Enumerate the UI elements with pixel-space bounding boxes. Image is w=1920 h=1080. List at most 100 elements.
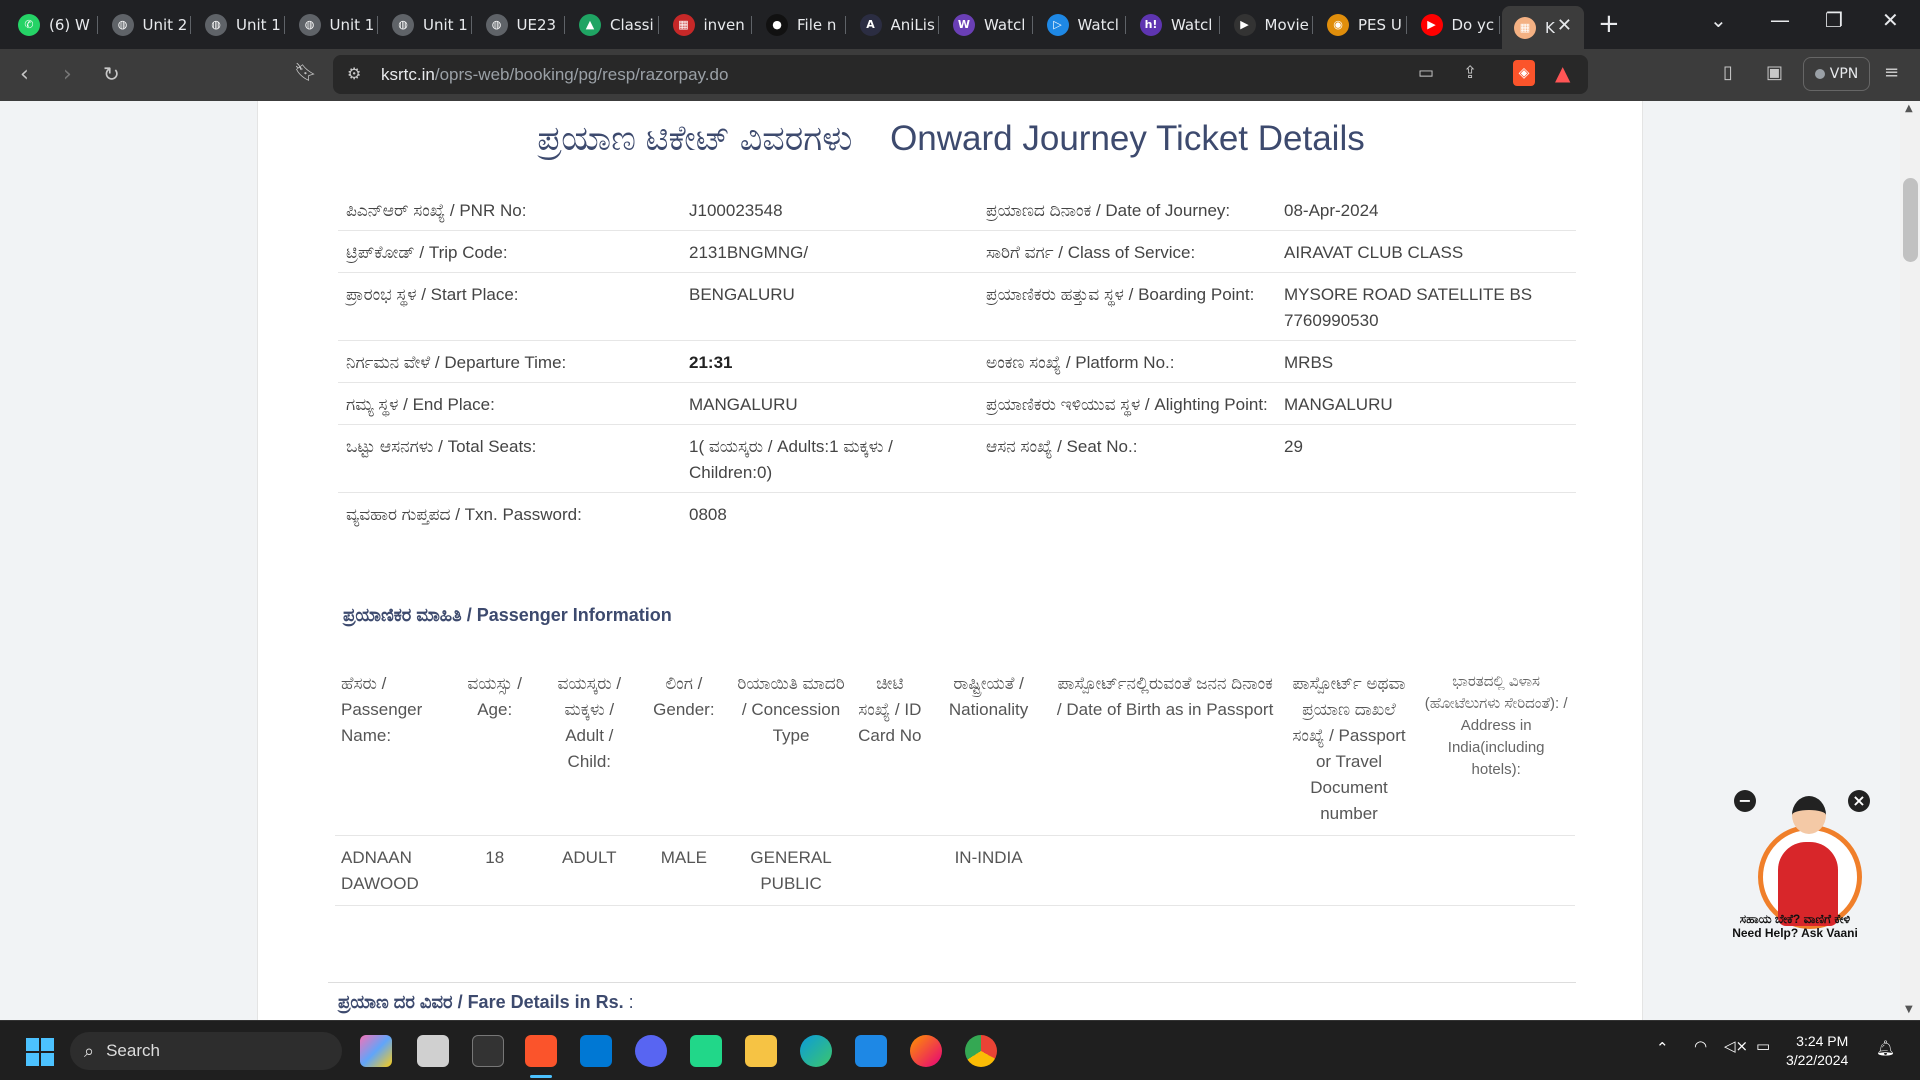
tab-separator	[751, 16, 752, 34]
sidebar-toggle-icon[interactable]: ▯	[1723, 62, 1733, 83]
browser-tab[interactable]: ◍ UE23	[474, 6, 562, 43]
system-clock[interactable]: 3:24 PM 3/22/2024	[1786, 1032, 1848, 1070]
detail-label: ಗಮ್ಯ ಸ್ಥಳ / End Place:	[338, 382, 681, 425]
vpn-button[interactable]: VPN	[1803, 57, 1870, 91]
passenger-info-title: ಪ್ರಯಾಣಿಕರ ಮಾಹಿತಿ / Passenger Information	[343, 605, 672, 625]
edge-icon[interactable]	[800, 1035, 832, 1067]
new-tab-button[interactable]: +	[1598, 9, 1620, 39]
menu-icon[interactable]: ≡	[1884, 62, 1899, 83]
tab-separator	[1499, 16, 1500, 34]
passenger-cell: GENERAL PUBLIC	[730, 835, 852, 906]
task-view-icon[interactable]	[417, 1035, 449, 1067]
browser-tab[interactable]: ◍ Unit 1	[193, 6, 281, 43]
passenger-column-header: ಹೆಸರು / Passenger Name:	[335, 667, 449, 836]
bookmark-icon[interactable]: 🔖︎	[294, 62, 317, 83]
file-explorer-icon[interactable]	[745, 1035, 777, 1067]
browser-tab[interactable]: ◍ Unit 2	[100, 6, 188, 43]
copilot-icon[interactable]	[360, 1035, 392, 1067]
browser-tab[interactable]: ◉ PES U	[1315, 6, 1403, 43]
tab-title: Unit 1	[423, 15, 468, 34]
detail-value: AIRAVAT CLUB CLASS	[1276, 230, 1576, 273]
vscode-icon[interactable]	[580, 1035, 612, 1067]
tab-separator	[564, 16, 565, 34]
brave-taskbar-icon[interactable]	[525, 1035, 557, 1067]
brave-shields-icon[interactable]: ◈	[1513, 60, 1535, 86]
browser-tab[interactable]: h! Watcl	[1128, 6, 1216, 43]
search-icon: ⌕	[84, 1040, 95, 1061]
detail-label: ಪ್ರಾರಂಭ ಸ್ಥಳ / Start Place:	[338, 272, 681, 341]
vaani-help-text[interactable]: ಸಹಾಯ ಬೇಕೆ? ವಾಣಿಗೆ ಕೇಳಿ Need Help? Ask Va…	[1728, 912, 1862, 940]
browser-tab[interactable]: ▷ Watcl	[1035, 6, 1123, 43]
detail-label: ಸಾರಿಗೆ ವರ್ಗ / Class of Service:	[978, 230, 1276, 273]
browser-tab[interactable]: ◍ Unit 1	[287, 6, 374, 43]
notification-bell-icon[interactable]: 🔔︎	[1876, 1039, 1895, 1057]
passenger-column-header: ರಿಯಾಯಿತಿ ಮಾದರಿ / Concession Type	[730, 667, 852, 836]
browser-tab[interactable]: ◍ Unit 1	[380, 6, 468, 43]
passenger-column-header: ಚೀಟಿ ಸಂಖ್ಯೆ / ID Card No	[851, 667, 928, 836]
tab-separator	[938, 16, 939, 34]
mail-icon[interactable]	[855, 1035, 887, 1067]
passenger-column-header: ಪಾಸ್ಪೋರ್ಟ್ ಅಥವಾ ಪ್ರಯಾಣ ದಾಖಲೆ ಸಂಖ್ಯೆ / Pa…	[1280, 667, 1418, 836]
scroll-down-arrow-icon[interactable]: ▼	[1905, 1004, 1913, 1015]
forward-button[interactable]: ›	[63, 62, 72, 87]
minimize-button[interactable]: —	[1770, 8, 1790, 32]
back-button[interactable]: ‹	[20, 62, 29, 87]
browser-tab[interactable]: ▲ Classi	[567, 6, 655, 43]
reload-icon[interactable]: ↻	[103, 62, 120, 86]
firefox-icon[interactable]	[910, 1035, 942, 1067]
wifi-icon[interactable]: ◠	[1694, 1037, 1707, 1055]
tab-title: AniLis	[890, 15, 935, 34]
tab-title: PES U	[1358, 15, 1402, 34]
show-hidden-icons-chevron-icon[interactable]: ⌃	[1656, 1039, 1669, 1057]
browser-tab[interactable]: ● File n	[754, 6, 842, 43]
close-widget-icon[interactable]: ×	[1848, 790, 1870, 812]
share-icon[interactable]: ⇪	[1463, 63, 1477, 83]
discord-icon[interactable]	[635, 1035, 667, 1067]
tab-title: Unit 2	[142, 15, 188, 34]
github-icon: ●	[766, 13, 788, 36]
taskbar-search-box[interactable]: ⌕ Search	[70, 1032, 342, 1070]
detail-value: 21:31	[681, 340, 978, 383]
browser-tab[interactable]: ✆ (6) W	[6, 6, 94, 43]
speaker-muted-icon[interactable]: ◁×	[1724, 1037, 1748, 1055]
brave-rewards-icon[interactable]: ▲	[1555, 61, 1570, 85]
site-info-icon[interactable]: ⚙	[347, 64, 361, 83]
vaani-help-widget[interactable]: − × ಸಹಾಯ ಬೇಕೆ? ವಾಣಿಗೆ ಕೇಳಿ Need Help? As…	[1728, 790, 1870, 950]
scroll-up-arrow-icon[interactable]: ▲	[1905, 103, 1913, 114]
restore-button[interactable]: ❐	[1825, 8, 1843, 32]
browser-tab[interactable]: ▶ Do yc	[1409, 6, 1497, 43]
detail-value: 0808	[689, 505, 727, 524]
start-button[interactable]	[26, 1038, 54, 1066]
detail-value: MYSORE ROAD SATELLITE BS 7760990530	[1276, 272, 1576, 341]
tab-search-chevron-icon[interactable]: ⌄	[1710, 8, 1727, 32]
cast-icon[interactable]: ▭	[1418, 63, 1434, 83]
chrome-icon[interactable]	[965, 1035, 997, 1067]
close-tab-icon[interactable]: ✕	[1557, 15, 1572, 36]
detail-label: ಪ್ರಯಾಣದ ದಿನಾಂಕ / Date of Journey:	[978, 189, 1276, 231]
tab-separator	[190, 16, 191, 34]
detail-value: MANGALURU	[681, 382, 978, 425]
ticket-detail-row: ಪ್ರಾರಂಭ ಸ್ಥಳ / Start Place: BENGALURU ಪ್ರಯ…	[338, 272, 1576, 341]
scrollbar-thumb[interactable]	[1903, 178, 1918, 262]
page-title: ಪ್ರಯಾಣ ಟಿಕೇಟ್ ವಿವರಗಳು Onward Journey Tic…	[258, 119, 1644, 159]
browser-tab[interactable]: W Watcl	[941, 6, 1029, 43]
minimize-widget-icon[interactable]: −	[1734, 790, 1756, 812]
browser-tab[interactable]: ▦ K ✕	[1502, 6, 1584, 49]
browser-tab[interactable]: ▦ inven	[661, 6, 749, 43]
ticket-detail-row: ವ್ಯವಹಾರ ಗುಪ್ತಪದ / Txn. Password: 0808	[338, 493, 1576, 535]
battery-icon[interactable]: ▭	[1756, 1037, 1770, 1055]
terminal-icon[interactable]	[472, 1035, 504, 1067]
address-bar[interactable]: ⚙ ksrtc.in/oprs-web/booking/pg/resp/razo…	[333, 55, 1588, 94]
pycharm-icon[interactable]	[690, 1035, 722, 1067]
browser-tab[interactable]: ▶ Movie	[1222, 6, 1310, 43]
tab-separator	[844, 16, 846, 34]
ticket-detail-row: ಪಿಎನ್‌ಆರ್ ಸಂಖ್ಯೆ / PNR No: J100023548 ಪ್ರಯ…	[338, 189, 1576, 231]
wallet-icon[interactable]: ▣	[1766, 62, 1783, 83]
fare-details-title: ಪ್ರಯಾಣ ದರ ವಿವರ / Fare Details in Rs. :	[338, 992, 634, 1012]
detail-value: J100023548	[681, 189, 978, 231]
close-window-button[interactable]: ✕	[1882, 8, 1899, 32]
detail-label: ಪ್ರಯಾಣಿಕರು ಇಳಿಯುವ ಸ್ಥಳ / Alighting Point…	[978, 382, 1276, 425]
browser-tab[interactable]: A AniLis	[848, 6, 936, 43]
detail-label: ಒಟ್ಟು ಆಸನಗಳು / Total Seats:	[338, 424, 681, 493]
tab-separator	[1125, 16, 1126, 34]
